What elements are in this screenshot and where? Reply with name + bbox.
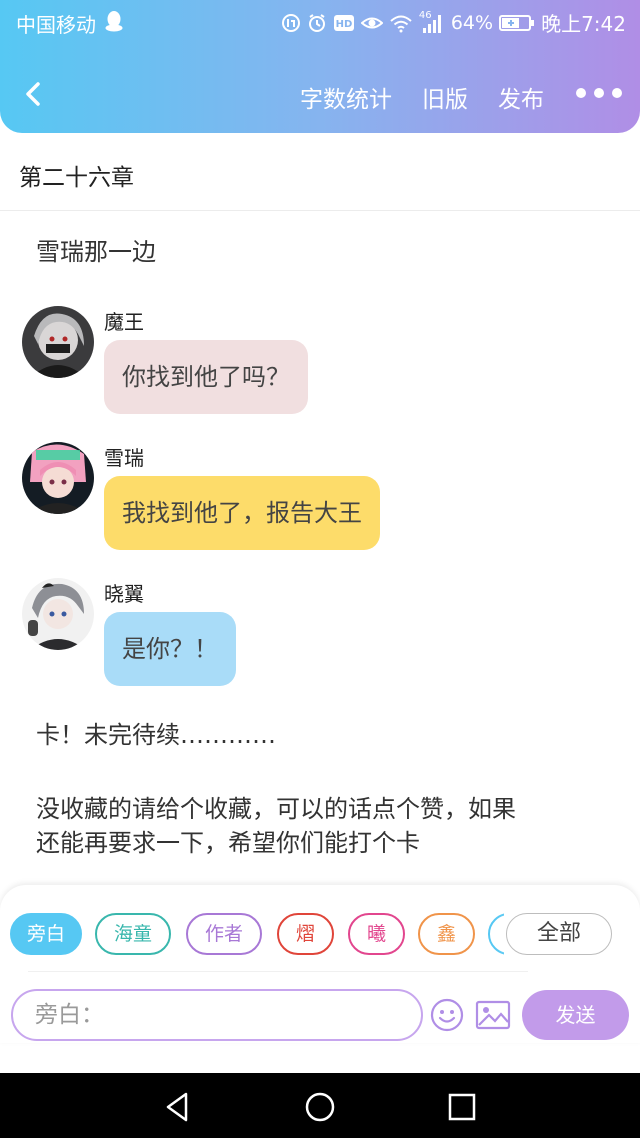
qq-penguin-icon bbox=[105, 11, 123, 32]
sender-name: 晓翼 bbox=[104, 582, 144, 606]
chapter-title[interactable]: 第二十六章 bbox=[19, 158, 134, 192]
character-chip[interactable]: 作者 bbox=[186, 913, 262, 955]
top-nav: 字数统计 旧版 发布 bbox=[0, 62, 640, 128]
signal-icon: 46 bbox=[419, 10, 445, 34]
alarm-icon bbox=[308, 13, 325, 32]
message-bubble[interactable]: 我找到他了，报告大王 bbox=[104, 476, 380, 550]
system-navigation-bar bbox=[0, 1073, 640, 1138]
emoji-icon[interactable] bbox=[430, 998, 464, 1032]
hd-icon: HD bbox=[333, 14, 354, 31]
sender-name: 魔王 bbox=[104, 310, 144, 334]
narration-text[interactable]: 雪瑞那一边 bbox=[36, 235, 156, 269]
nav-links: 字数统计 旧版 发布 bbox=[300, 80, 544, 114]
dialogue-input[interactable] bbox=[11, 989, 423, 1041]
character-chip[interactable]: 鑫 bbox=[418, 913, 475, 955]
sender-name: 雪瑞 bbox=[104, 446, 144, 470]
narration-text[interactable]: 卡！未完待续………… bbox=[36, 718, 276, 752]
character-chip-list: 旁白 海童 作者 熠 曦 鑫 bbox=[10, 913, 504, 957]
character-chip[interactable]: 曦 bbox=[348, 913, 405, 955]
character-chip[interactable]: 海童 bbox=[95, 913, 171, 955]
more-menu-icon[interactable] bbox=[576, 88, 622, 98]
word-count-button[interactable]: 字数统计 bbox=[300, 80, 392, 114]
old-version-button[interactable]: 旧版 bbox=[422, 80, 468, 114]
character-chip-partial[interactable] bbox=[488, 913, 504, 955]
message-bubble[interactable]: 你找到他了吗？ bbox=[104, 340, 308, 414]
composer-panel: 旁白 海童 作者 熠 曦 鑫 全部 发送 bbox=[0, 885, 640, 1043]
battery-icon bbox=[499, 14, 535, 31]
divider bbox=[0, 210, 640, 211]
svg-text:HD: HD bbox=[336, 19, 353, 30]
wifi-icon bbox=[390, 15, 412, 32]
avatar bbox=[22, 306, 94, 378]
clock: 晚上7:42 bbox=[541, 12, 626, 36]
status-icons: HD 46 64% 晚上7:42 bbox=[281, 8, 626, 37]
all-characters-button[interactable]: 全部 bbox=[506, 913, 612, 955]
battery-percent: 64% bbox=[450, 11, 494, 34]
avatar bbox=[22, 442, 94, 514]
send-button[interactable]: 发送 bbox=[522, 990, 629, 1040]
back-arrow-icon[interactable] bbox=[18, 78, 50, 110]
app-header: 中国移动 HD 46 64% 晚上7:42 字数统计 旧版 发布 bbox=[0, 0, 640, 133]
eye-icon bbox=[360, 17, 383, 28]
recents-square-icon[interactable] bbox=[444, 1089, 480, 1125]
character-chip[interactable]: 熠 bbox=[277, 913, 334, 955]
narration-text[interactable]: 还能再要求一下，希望你们能打个卡 bbox=[36, 826, 420, 860]
divider bbox=[28, 971, 528, 972]
message-bubble[interactable]: 是你？！ bbox=[104, 612, 236, 686]
narration-text[interactable]: 没收藏的请给个收藏，可以的话点个赞，如果 bbox=[36, 792, 516, 826]
carrier-label: 中国移动 bbox=[16, 13, 96, 37]
character-chip-narrator[interactable]: 旁白 bbox=[10, 913, 82, 955]
avatar bbox=[22, 578, 94, 650]
publish-button[interactable]: 发布 bbox=[498, 80, 544, 114]
home-circle-icon[interactable] bbox=[302, 1089, 338, 1125]
status-bar: 中国移动 HD 46 64% 晚上7:42 bbox=[0, 0, 640, 44]
back-triangle-icon[interactable] bbox=[160, 1089, 196, 1125]
data-saver-icon bbox=[281, 13, 300, 32]
image-icon[interactable] bbox=[475, 999, 511, 1031]
